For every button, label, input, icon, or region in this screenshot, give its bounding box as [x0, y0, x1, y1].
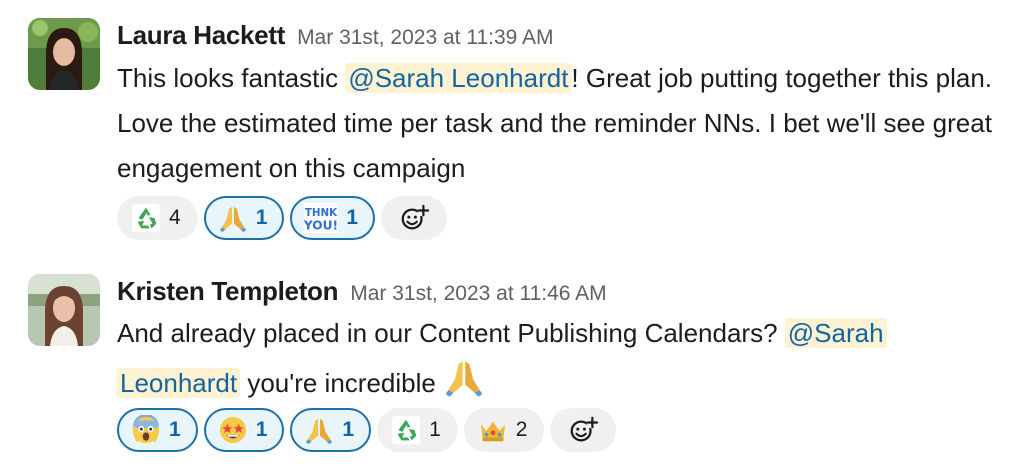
recycle-icon — [131, 203, 161, 233]
message-text-start: And already placed in our Content Publis… — [117, 318, 785, 348]
message-timestamp[interactable]: Mar 31st, 2023 at 11:39 AM — [297, 26, 553, 49]
author-name[interactable]: Kristen Templeton — [117, 276, 339, 306]
folded-hands-icon — [218, 203, 248, 233]
thank-you-icon — [304, 203, 338, 233]
reaction-count: 1 — [342, 418, 355, 441]
author-name[interactable]: Laura Hackett — [117, 20, 285, 50]
reaction-recycle[interactable]: 1 — [377, 408, 458, 452]
crown-icon — [478, 415, 508, 445]
avatar[interactable] — [28, 274, 100, 346]
reaction-count: 1 — [346, 206, 359, 229]
user-mention[interactable]: @Sarah — [784, 318, 887, 348]
user-mention[interactable]: @Sarah Leonhardt — [345, 63, 572, 93]
reaction-thank-you[interactable]: 1 — [290, 196, 376, 240]
reaction-crown[interactable]: 2 — [463, 408, 545, 452]
add-reaction-icon — [568, 415, 598, 445]
message-text: This looks fantastic @Sarah Leonhardt! G… — [117, 56, 1007, 191]
reaction-recycle[interactable]: 4 — [117, 196, 198, 240]
message-text-start: This looks fantastic — [117, 63, 346, 93]
reaction-bar: 4 1 1 — [117, 196, 448, 240]
screaming-face-icon — [131, 415, 161, 445]
reaction-star-struck[interactable]: 1 — [203, 408, 285, 452]
star-struck-icon — [218, 415, 248, 445]
message-timestamp[interactable]: Mar 31st, 2023 at 11:46 AM — [350, 282, 606, 305]
folded-hands-icon — [304, 415, 334, 445]
reaction-bar: 1 1 1 1 2 — [117, 408, 617, 452]
reaction-count: 1 — [255, 206, 268, 229]
add-reaction-icon — [399, 203, 429, 233]
reaction-count: 4 — [169, 206, 181, 229]
reaction-count: 1 — [255, 418, 268, 441]
folded-hands-icon — [443, 356, 485, 398]
reaction-count: 1 — [169, 418, 181, 441]
reaction-count: 1 — [429, 418, 441, 441]
add-reaction-button[interactable] — [550, 408, 617, 452]
avatar[interactable] — [28, 18, 100, 90]
message-text-end: you're incredible — [240, 368, 436, 398]
user-mention[interactable]: Leonhardt — [117, 368, 241, 398]
reaction-folded-hands[interactable]: 1 — [290, 408, 372, 452]
reaction-folded-hands[interactable]: 1 — [203, 196, 285, 240]
message-text: And already placed in our Content Publis… — [117, 311, 1007, 406]
recycle-icon — [391, 415, 421, 445]
reaction-screaming-face[interactable]: 1 — [117, 408, 198, 452]
add-reaction-button[interactable] — [381, 196, 448, 240]
reaction-count: 2 — [515, 418, 528, 441]
